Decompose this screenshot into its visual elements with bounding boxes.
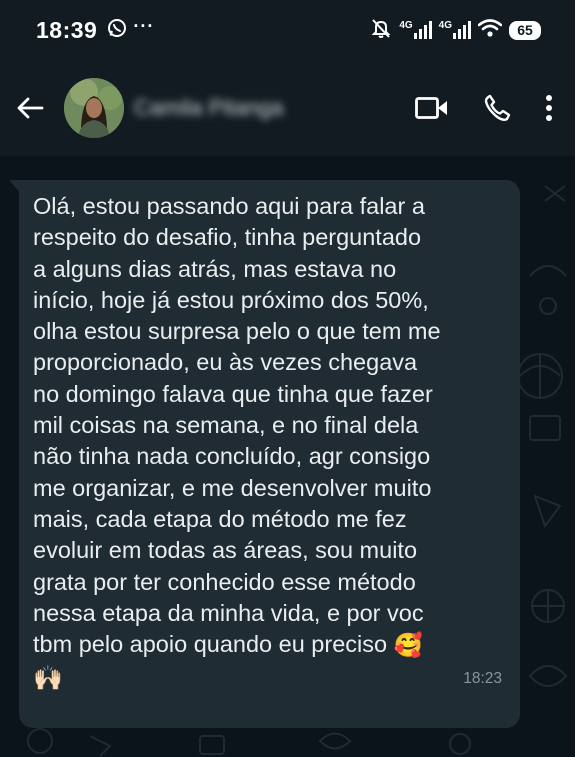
raised-hands-emoji: 🙌🏻 — [33, 663, 63, 692]
back-arrow-icon[interactable] — [14, 92, 46, 124]
wifi-icon — [477, 18, 503, 42]
signal-bars-icon — [413, 21, 432, 39]
mute-bell-icon — [370, 17, 392, 44]
avatar[interactable] — [64, 78, 124, 138]
status-time: 18:39 — [36, 16, 98, 43]
signal-2: 4G — [439, 21, 471, 39]
more-vert-icon[interactable] — [545, 94, 553, 122]
signal-bars-icon — [453, 21, 471, 39]
message-bubble[interactable]: Olá, estou passando aqui para falar a res… — [9, 180, 520, 728]
chat-area[interactable]: Olá, estou passando aqui para falar a res… — [0, 156, 575, 757]
smiling-hearts-emoji: 🥰 — [393, 631, 423, 660]
chat-header: Camila Pitanga — [0, 60, 575, 156]
signal-1: 4G — [399, 21, 432, 39]
message-time: 18:23 — [463, 669, 502, 687]
status-more-dots: ··· — [133, 15, 155, 36]
battery-indicator: 65 — [509, 20, 541, 40]
phone-call-icon[interactable] — [483, 94, 511, 122]
whatsapp-icon — [107, 18, 127, 43]
status-bar: 18:39 ··· 4G 4G 65 — [0, 0, 575, 60]
contact-name[interactable]: Camila Pitanga — [134, 95, 283, 121]
video-call-icon[interactable] — [415, 96, 449, 120]
message-text: Olá, estou passando aqui para falar a res… — [33, 191, 502, 662]
